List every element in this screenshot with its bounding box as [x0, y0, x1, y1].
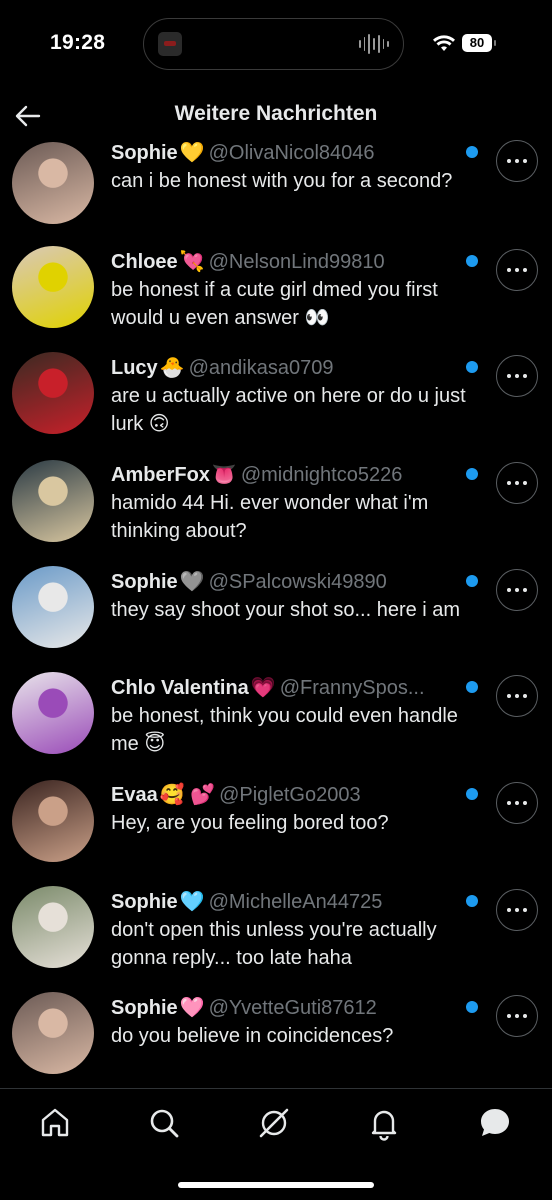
- message-item[interactable]: Chlo Valentina 💗 @FrannySpos... be honest, …: [0, 672, 552, 780]
- name-emoji: 💘: [179, 251, 205, 273]
- name-emoji: 👅: [211, 464, 237, 486]
- avatar[interactable]: [12, 780, 94, 862]
- sender-handle: @YvetteGuti87612: [208, 997, 377, 1019]
- name-emoji: 🐣: [159, 357, 185, 379]
- home-icon[interactable]: [37, 1105, 73, 1141]
- screen: 19:28 80 Weitere Nachrichten Sophie 💛 @Oli…: [0, 0, 552, 1200]
- message-preview: hamido 44 Hi. ever wonder what i'm think…: [111, 492, 429, 542]
- grok-icon[interactable]: [256, 1105, 292, 1141]
- message-list: Sophie 💛 @OlivaNicol84046 can i be honest w…: [0, 140, 552, 1088]
- sender-line: Sophie 🩵 @MichelleAn44725: [111, 887, 457, 917]
- message-preview: don't open this unless you're actually g…: [111, 919, 437, 969]
- name-emoji: 💗: [250, 677, 276, 699]
- unread-dot: [466, 1001, 478, 1013]
- message-item[interactable]: Sophie 🩷 @YvetteGuti87612 do you believe in…: [0, 992, 552, 1088]
- message-preview: be honest if a cute girl dmed you first …: [111, 279, 438, 329]
- message-item[interactable]: Sophie 🩶 @SPalcowski49890 they say shoot yo…: [0, 566, 552, 674]
- sender-name: Chlo Valentina: [111, 677, 249, 699]
- sender-handle: @SPalcowski49890: [208, 571, 387, 593]
- message-preview: can i be honest with you for a second?: [111, 170, 453, 192]
- unread-dot: [466, 575, 478, 587]
- sender-name: Sophie: [111, 997, 178, 1019]
- sender-handle: @NelsonLind99810: [208, 251, 385, 273]
- name-emoji: 🥰 💕: [159, 784, 216, 806]
- messages-icon[interactable]: [477, 1105, 513, 1141]
- search-icon[interactable]: [146, 1105, 182, 1141]
- more-options-button[interactable]: [496, 995, 538, 1037]
- sender-handle: @andikasa0709: [188, 357, 334, 379]
- avatar[interactable]: [12, 460, 94, 542]
- message-item[interactable]: Sophie 🩵 @MichelleAn44725 don't open this u…: [0, 886, 552, 994]
- sender-name: Sophie: [111, 891, 178, 913]
- audio-wave-icon: [359, 33, 390, 55]
- name-emoji: 🩵: [179, 891, 205, 913]
- message-item[interactable]: Lucy 🐣 @andikasa0709 are u actually active …: [0, 352, 552, 460]
- name-emoji: 🩶: [179, 571, 205, 593]
- home-indicator: [178, 1182, 374, 1188]
- sender-name: Sophie: [111, 142, 178, 164]
- message-preview: Hey, are you feeling bored too?: [111, 812, 389, 834]
- avatar[interactable]: [12, 566, 94, 648]
- dynamic-island: [143, 18, 404, 70]
- more-options-button[interactable]: [496, 675, 538, 717]
- unread-dot: [466, 146, 478, 158]
- message-preview: are u actually active on here or do u ju…: [111, 385, 466, 435]
- notifications-icon[interactable]: [366, 1105, 402, 1141]
- unread-dot: [466, 681, 478, 693]
- sender-handle: @FrannySpos...: [279, 677, 425, 699]
- avatar[interactable]: [12, 246, 94, 328]
- avatar[interactable]: [12, 142, 94, 224]
- more-options-button[interactable]: [496, 782, 538, 824]
- sender-handle: @OlivaNicol84046: [208, 142, 375, 164]
- sender-name: Chloee: [111, 251, 178, 273]
- sender-name: Evaa: [111, 784, 158, 806]
- status-time: 19:28: [50, 31, 106, 54]
- message-preview: do you believe in coincidences?: [111, 1025, 394, 1047]
- message-preview: be honest, think you could even handle m…: [111, 705, 458, 755]
- sender-line: Chlo Valentina 💗 @FrannySpos...: [111, 673, 457, 703]
- name-emoji: 🩷: [179, 997, 205, 1019]
- sender-name: Lucy: [111, 357, 158, 379]
- more-options-button[interactable]: [496, 355, 538, 397]
- more-options-button[interactable]: [496, 249, 538, 291]
- sender-line: Sophie 💛 @OlivaNicol84046: [111, 140, 457, 168]
- avatar[interactable]: [12, 886, 94, 968]
- more-options-button[interactable]: [496, 462, 538, 504]
- battery-indicator: 80: [462, 34, 492, 52]
- battery-tip: [494, 40, 496, 46]
- avatar[interactable]: [12, 672, 94, 754]
- sender-line: Sophie 🩷 @YvetteGuti87612: [111, 993, 457, 1023]
- sender-handle: @midnightco5226: [240, 464, 403, 486]
- recording-icon: [158, 32, 182, 56]
- unread-dot: [466, 255, 478, 267]
- unread-dot: [466, 788, 478, 800]
- message-preview: they say shoot your shot so... here i am: [111, 599, 461, 621]
- message-item[interactable]: Sophie 💛 @OlivaNicol84046 can i be honest w…: [0, 140, 552, 245]
- name-emoji: 💛: [179, 142, 205, 164]
- unread-dot: [466, 895, 478, 907]
- message-item[interactable]: AmberFox 👅 @midnightco5226 hamido 44 Hi. ev…: [0, 460, 552, 567]
- avatar[interactable]: [12, 352, 94, 434]
- avatar[interactable]: [12, 992, 94, 1074]
- unread-dot: [466, 468, 478, 480]
- more-options-button[interactable]: [496, 889, 538, 931]
- sender-name: AmberFox: [111, 464, 210, 486]
- message-item[interactable]: Evaa 🥰 💕 @PigletGo2003 Hey, are you feeling…: [0, 780, 552, 887]
- sender-line: AmberFox 👅 @midnightco5226: [111, 460, 457, 490]
- sender-handle: @MichelleAn44725: [208, 891, 383, 913]
- page-title: Weitere Nachrichten: [174, 102, 378, 125]
- sender-handle: @PigletGo2003: [219, 784, 361, 806]
- more-options-button[interactable]: [496, 569, 538, 611]
- sender-line: Sophie 🩶 @SPalcowski49890: [111, 567, 457, 597]
- sender-line: Evaa 🥰 💕 @PigletGo2003: [111, 780, 457, 810]
- wifi-icon: [433, 35, 455, 51]
- sender-line: Chloee 💘 @NelsonLind99810: [111, 247, 457, 277]
- sender-line: Lucy 🐣 @andikasa0709: [111, 353, 457, 383]
- unread-dot: [466, 361, 478, 373]
- sender-name: Sophie: [111, 571, 178, 593]
- message-item[interactable]: Chloee 💘 @NelsonLind99810 be honest if a cu…: [0, 246, 552, 354]
- more-options-button[interactable]: [496, 140, 538, 182]
